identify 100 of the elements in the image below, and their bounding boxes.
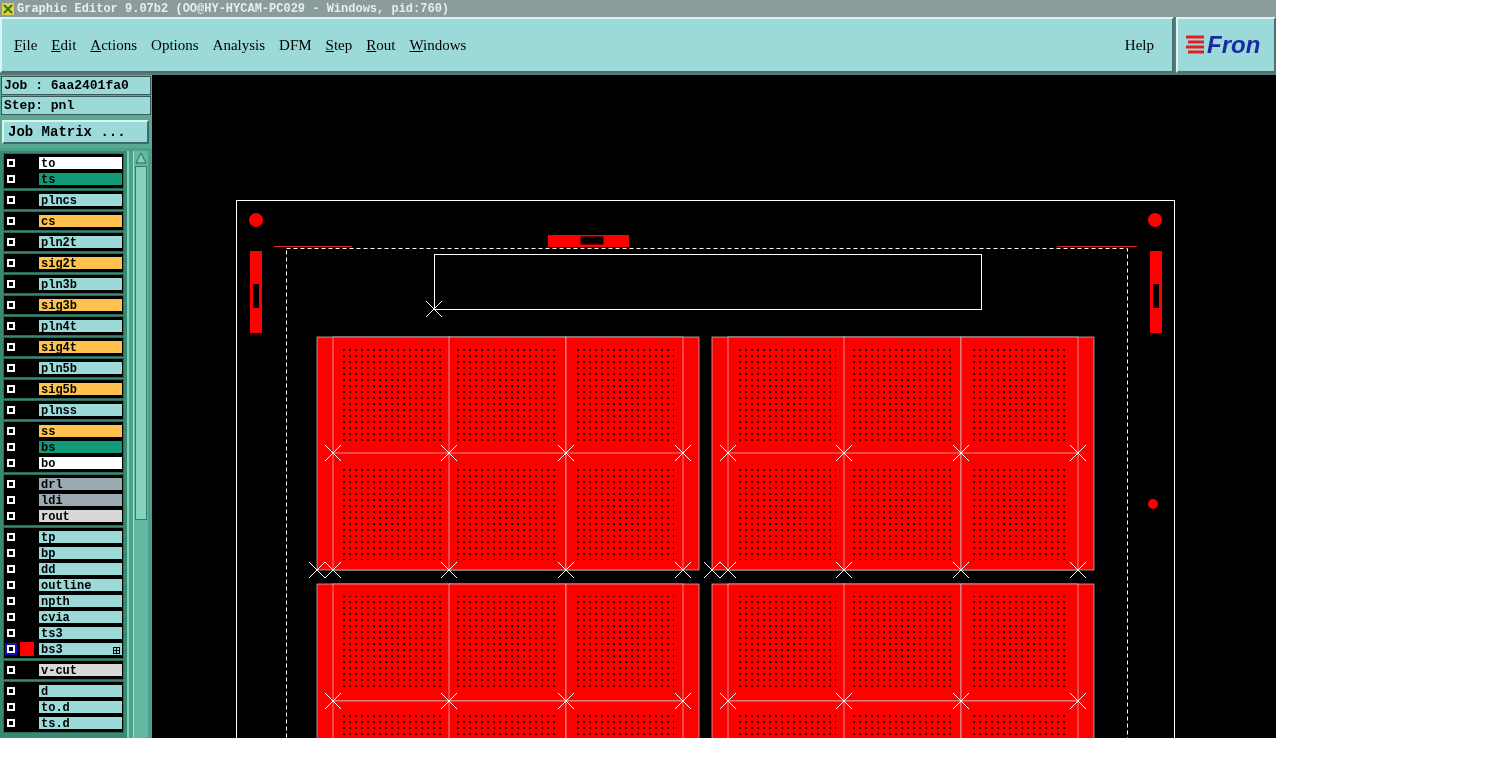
menu-item[interactable]: File (10, 36, 42, 54)
layer-name[interactable]: v-cut (38, 663, 123, 677)
layer-row[interactable]: dd (6, 561, 123, 577)
layer-row[interactable]: ldi (6, 492, 123, 508)
layer-name[interactable]: pln3b (38, 277, 123, 291)
checkbox[interactable] (7, 666, 15, 674)
checkbox[interactable] (7, 280, 15, 288)
layer-name[interactable]: outline (38, 578, 123, 592)
layer-name[interactable]: pln2t (38, 235, 123, 249)
layer-name[interactable]: ts (38, 172, 123, 186)
menu-item[interactable]: Rout (362, 36, 400, 54)
checkbox[interactable] (7, 443, 15, 451)
checkbox[interactable] (7, 480, 15, 488)
layer-row[interactable]: rout (6, 508, 123, 524)
layer-name[interactable]: sig5b (38, 382, 123, 396)
layer-row[interactable]: cvia (6, 609, 123, 625)
layer-row[interactable]: sig3b (6, 297, 123, 313)
checkbox[interactable] (7, 687, 15, 695)
scroll-thumb[interactable] (135, 166, 147, 521)
layer-name[interactable]: ts.d (38, 716, 123, 730)
layer-name[interactable]: plncs (38, 193, 123, 207)
layer-name[interactable]: npth (38, 594, 123, 608)
menu-item[interactable]: Windows (405, 36, 471, 54)
layer-name[interactable]: to (38, 156, 123, 170)
layer-name[interactable]: rout (38, 509, 123, 523)
scrollbar[interactable] (133, 151, 148, 738)
layer-row[interactable]: sig4t (6, 339, 123, 355)
checkbox[interactable] (7, 613, 15, 621)
layer-row[interactable]: to (6, 155, 123, 171)
menu-item[interactable]: Analysis (208, 36, 270, 54)
layer-row[interactable]: bs (6, 439, 123, 455)
layer-name[interactable]: dd (38, 562, 123, 576)
layer-name[interactable]: cs (38, 214, 123, 228)
checkbox[interactable] (7, 645, 15, 653)
layer-row[interactable]: bs3 (6, 641, 123, 657)
checkbox[interactable] (7, 406, 15, 414)
layer-row[interactable]: tp (6, 529, 123, 545)
layer-row[interactable]: plncs (6, 192, 123, 208)
layer-row[interactable]: ts (6, 171, 123, 187)
layer-row[interactable]: d (6, 683, 123, 699)
checkbox[interactable] (7, 512, 15, 520)
layer-row[interactable]: cs (6, 213, 123, 229)
layer-name[interactable]: plnss (38, 403, 123, 417)
layer-row[interactable]: v-cut (6, 662, 123, 678)
layer-name[interactable]: pln4t (38, 319, 123, 333)
scroll-up-arrow-icon[interactable] (135, 152, 147, 164)
layer-row[interactable]: pln5b (6, 360, 123, 376)
layer-name[interactable]: bs (38, 440, 123, 454)
checkbox[interactable] (7, 565, 15, 573)
checkbox[interactable] (7, 385, 15, 393)
checkbox[interactable] (7, 533, 15, 541)
layer-row[interactable]: pln3b (6, 276, 123, 292)
checkbox[interactable] (7, 549, 15, 557)
checkbox[interactable] (7, 343, 15, 351)
graphics-canvas[interactable] (152, 75, 1276, 738)
menu-item[interactable]: DFM (275, 36, 316, 54)
layer-row[interactable]: sig2t (6, 255, 123, 271)
checkbox[interactable] (7, 427, 15, 435)
layer-name[interactable]: bs3 (38, 642, 123, 656)
layer-row[interactable]: ts3 (6, 625, 123, 641)
layer-row[interactable]: outline (6, 577, 123, 593)
layer-row[interactable]: ss (6, 423, 123, 439)
layer-name[interactable]: sig3b (38, 298, 123, 312)
checkbox[interactable] (7, 629, 15, 637)
layer-row[interactable]: plnss (6, 402, 123, 418)
layer-row[interactable]: bo (6, 455, 123, 471)
layer-name[interactable]: drl (38, 477, 123, 491)
layer-row[interactable]: sig5b (6, 381, 123, 397)
layer-row[interactable]: bp (6, 545, 123, 561)
checkbox[interactable] (7, 196, 15, 204)
layer-name[interactable]: cvia (38, 610, 123, 624)
checkbox[interactable] (7, 175, 15, 183)
layer-name[interactable]: to.d (38, 700, 123, 714)
checkbox[interactable] (7, 217, 15, 225)
menu-item[interactable]: Actions (86, 36, 142, 54)
layer-row[interactable]: pln4t (6, 318, 123, 334)
layer-row[interactable]: drl (6, 476, 123, 492)
checkbox[interactable] (7, 301, 15, 309)
layer-name[interactable]: bp (38, 546, 123, 560)
checkbox[interactable] (7, 322, 15, 330)
checkbox[interactable] (7, 703, 15, 711)
layer-name[interactable]: ldi (38, 493, 123, 507)
layer-name[interactable]: bo (38, 456, 123, 470)
layer-row[interactable]: npth (6, 593, 123, 609)
menu-item[interactable]: Step (321, 36, 357, 54)
help-menu[interactable]: Help (1120, 36, 1158, 54)
job-matrix-button[interactable]: Job Matrix ... (2, 120, 149, 144)
layer-name[interactable]: d (38, 684, 123, 698)
menu-item[interactable]: Edit (47, 36, 81, 54)
checkbox[interactable] (7, 719, 15, 727)
checkbox[interactable] (7, 364, 15, 372)
layer-row[interactable]: ts.d (6, 715, 123, 731)
checkbox[interactable] (7, 259, 15, 267)
layer-name[interactable]: sig2t (38, 256, 123, 270)
checkbox[interactable] (7, 597, 15, 605)
layer-name[interactable]: ss (38, 424, 123, 438)
layer-row[interactable]: to.d (6, 699, 123, 715)
checkbox[interactable] (7, 238, 15, 246)
checkbox[interactable] (7, 159, 15, 167)
layer-row[interactable]: pln2t (6, 234, 123, 250)
